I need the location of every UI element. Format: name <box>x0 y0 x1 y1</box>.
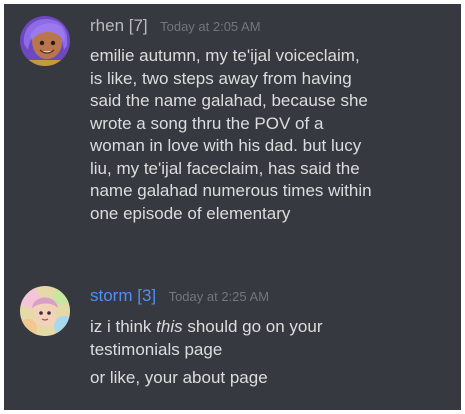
followup-message: or like, your about page <box>90 368 268 387</box>
avatar[interactable] <box>20 286 70 336</box>
message-line: said the name galahad, because she <box>90 91 368 110</box>
purple-haired-character-avatar-icon <box>20 16 70 66</box>
message-text: iz i think <box>90 317 157 336</box>
emphasis-text: this <box>156 317 183 336</box>
message-text: should go on your <box>182 317 323 336</box>
message-line: name galahad numerous times within <box>90 181 372 200</box>
message-line: woman in love with his dad. but lucy <box>90 136 362 155</box>
timestamp: Today at 2:05 AM <box>160 19 261 34</box>
message-line: one episode of elementary <box>90 203 291 223</box>
message-line: liu, my te'ijal faceclaim, has said the <box>90 158 360 178</box>
chat-window: rhen [7] Today at 2:05 AM emilie autumn,… <box>4 4 461 410</box>
message-line: emilie autumn, my te'ijal voiceclaim, <box>90 46 360 65</box>
message-content: iz i think this should go on your testim… <box>90 316 450 390</box>
message-line: testimonials page <box>90 339 223 359</box>
message-header: rhen [7] Today at 2:05 AM <box>90 16 261 36</box>
pastel-character-avatar-icon <box>20 286 70 336</box>
message-line: wrote a song thru the POV of a <box>90 113 324 133</box>
message-line: iz i think this should go on your <box>90 316 450 339</box>
avatar[interactable] <box>20 16 70 66</box>
timestamp: Today at 2:25 AM <box>168 289 270 304</box>
message-line: is like, two steps away from having <box>90 68 352 88</box>
username[interactable]: rhen [7] <box>90 16 148 35</box>
message-content: emilie autumn, my te'ijal voiceclaim, is… <box>90 45 450 225</box>
message-header: storm [3] Today at 2:25 AM <box>90 286 269 306</box>
username[interactable]: storm [3] <box>90 286 156 305</box>
